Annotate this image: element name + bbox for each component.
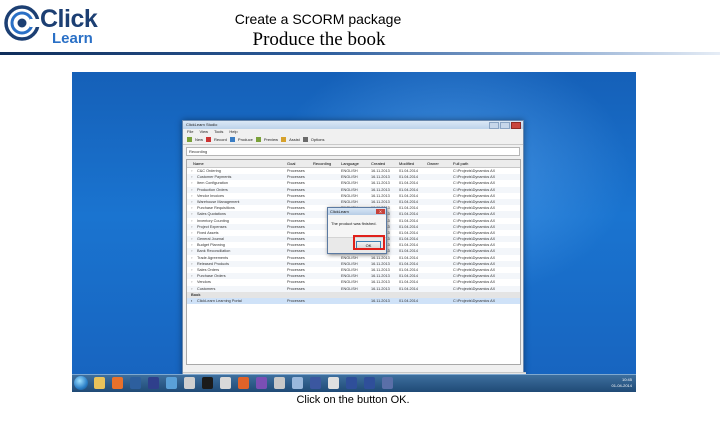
explorer-icon[interactable]	[94, 377, 105, 389]
system-tray: 10:45 01-04-2014	[612, 377, 632, 389]
record-icon	[206, 137, 212, 142]
start-button[interactable]	[74, 376, 88, 390]
app-icon[interactable]	[328, 377, 339, 389]
column-header[interactable]: Recording	[313, 160, 331, 167]
instruction-caption: Click on the button OK.	[296, 394, 410, 406]
dialog-message: The product was finished.	[331, 221, 377, 226]
toolbar-produce[interactable]: Produce	[238, 137, 253, 142]
dialog-close-button[interactable]: X	[376, 209, 385, 214]
new-icon	[187, 137, 192, 142]
menu-file[interactable]: File	[187, 129, 193, 135]
menu-tools[interactable]: Tools	[214, 129, 223, 135]
app-icon[interactable]	[220, 377, 231, 389]
app-icon[interactable]	[310, 377, 321, 389]
slide-subtitle: Produce the book	[252, 29, 386, 50]
app-title: ClickLearn Studio	[186, 122, 218, 127]
book-path: C:\Projects\Dynamics AX	[453, 298, 496, 303]
dialog-titlebar: ClickLearn X	[328, 208, 386, 215]
breadcrumb: Recording	[186, 147, 520, 156]
book-icon: ▪	[191, 298, 193, 303]
maximize-button[interactable]	[500, 122, 510, 129]
menu-help[interactable]: Help	[229, 129, 237, 135]
column-header[interactable]: Owner	[427, 160, 439, 167]
window-controls	[489, 122, 521, 129]
toolbar-assist[interactable]: Assist	[289, 137, 300, 142]
toolbar-new[interactable]: New	[195, 137, 203, 142]
slide-title: Create a SCORM package	[234, 11, 402, 27]
grid-header: Name Goal Recording Language Created Mod…	[187, 160, 520, 168]
book-name: ClickLearn Learning Portal	[197, 298, 242, 303]
firefox-icon[interactable]	[238, 377, 249, 389]
toolbar-options[interactable]: Options	[311, 137, 325, 142]
header-divider	[0, 52, 720, 55]
slide-header: Click Learn Create a SCORM package Produ…	[0, 0, 720, 56]
book-modified: 01.04.2014	[399, 298, 419, 303]
outlook-icon[interactable]	[130, 377, 141, 389]
app-icon[interactable]	[346, 377, 357, 389]
close-window-button[interactable]	[511, 122, 521, 129]
clock-date: 01-04-2014	[611, 383, 632, 388]
app-toolbar: New Record Produce Preview Assist Option…	[183, 135, 523, 145]
toolbar-record[interactable]: Record	[214, 137, 227, 142]
column-header[interactable]: Language	[341, 160, 359, 167]
dialog-title: ClickLearn	[330, 209, 349, 214]
assist-icon	[281, 137, 287, 142]
column-header[interactable]: Name	[193, 160, 204, 167]
app-icon[interactable]	[166, 377, 177, 389]
app-icon[interactable]	[382, 377, 393, 389]
screenshot-desktop: ClickLearn Studio File View Tools Help N…	[72, 72, 636, 392]
preview-icon	[255, 137, 261, 142]
taskbar: 10:45 01-04-2014	[72, 374, 636, 392]
produce-icon	[229, 137, 235, 142]
media-icon[interactable]	[112, 377, 123, 389]
recordings-grid: Name Goal Recording Language Created Mod…	[186, 159, 521, 365]
app-titlebar: ClickLearn Studio	[183, 121, 523, 129]
app-icon[interactable]	[292, 377, 303, 389]
app-icon[interactable]	[364, 377, 375, 389]
visual-studio-icon[interactable]	[256, 377, 267, 389]
toolbar-preview[interactable]: Preview	[264, 137, 278, 142]
options-icon	[302, 137, 308, 142]
menu-view[interactable]: View	[199, 129, 208, 135]
ok-highlight-box	[353, 235, 385, 250]
book-goal: Processes	[287, 298, 305, 303]
column-header[interactable]: Created	[371, 160, 385, 167]
column-header[interactable]: Full path	[453, 160, 468, 167]
app-icon[interactable]	[202, 377, 213, 389]
app-icon[interactable]	[148, 377, 159, 389]
app-icon[interactable]	[184, 377, 195, 389]
book-created: 16.11.2013	[371, 298, 390, 303]
minimize-button[interactable]	[489, 122, 499, 129]
book-row[interactable]: ▪ ClickLearn Learning Portal Processes 1…	[187, 297, 520, 305]
column-header[interactable]: Goal	[287, 160, 295, 167]
column-header[interactable]: Modified	[399, 160, 414, 167]
app-icon[interactable]	[274, 377, 285, 389]
